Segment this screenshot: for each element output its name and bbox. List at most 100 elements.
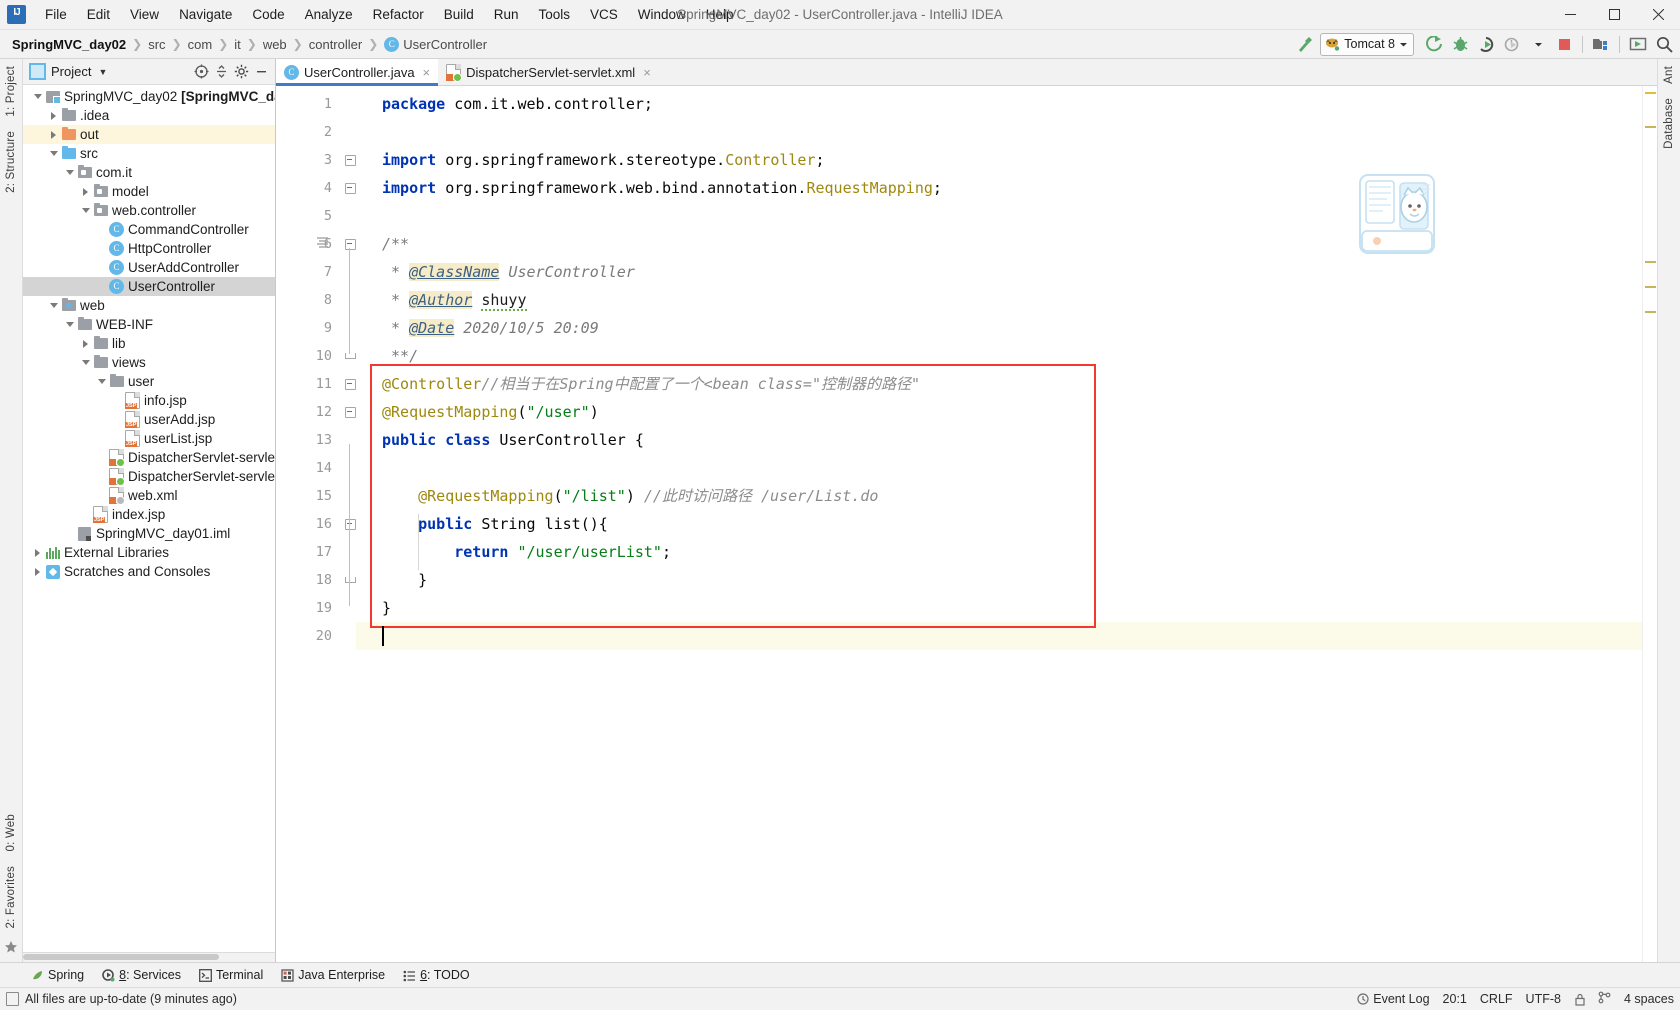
code-fold-collapse-icon[interactable] <box>345 239 356 250</box>
tree-node-idea[interactable]: .idea <box>23 106 275 125</box>
menu-run[interactable]: Run <box>484 4 529 25</box>
inspection-status-marker[interactable] <box>1645 92 1656 94</box>
tree-node-springmvc-day01-iml[interactable]: SpringMVC_day01.iml <box>23 524 275 543</box>
javadoc-gutter-icon[interactable] <box>316 236 329 252</box>
breadcrumb-item-class[interactable]: C UserController <box>380 35 491 54</box>
chevron-down-icon[interactable] <box>95 379 108 384</box>
editor-tab-usercontroller-java[interactable]: C UserController.java × <box>276 59 439 86</box>
code-line[interactable] <box>382 202 391 230</box>
chevron-right-icon[interactable] <box>31 548 44 557</box>
line-number[interactable]: 11 <box>276 370 332 398</box>
project-horizontal-scrollbar[interactable] <box>23 952 275 962</box>
rail-tab-favorites[interactable]: 2: Favorites <box>2 859 20 935</box>
project-tree[interactable]: SpringMVC_day02 [SpringMVC_day01] .idea ou… <box>23 85 275 952</box>
event-log-button[interactable]: Event Log <box>1357 992 1430 1006</box>
warning-marker[interactable] <box>1645 311 1656 313</box>
breadcrumb-item-project[interactable]: SpringMVC_day02 <box>8 35 130 54</box>
line-number[interactable]: 4 <box>276 174 332 202</box>
tree-node-springmvc-day02[interactable]: SpringMVC_day02 [SpringMVC_day01] <box>23 87 275 106</box>
tool-window-spring[interactable]: Spring <box>22 965 93 985</box>
code-line[interactable]: public class UserController { <box>382 426 644 454</box>
warning-marker[interactable] <box>1645 261 1656 263</box>
settings-gear-icon[interactable] <box>232 62 251 81</box>
tree-node-model[interactable]: model <box>23 182 275 201</box>
close-icon[interactable]: × <box>643 65 651 80</box>
menu-edit[interactable]: Edit <box>77 4 120 25</box>
code-line[interactable]: /** <box>382 230 409 258</box>
line-number[interactable]: 13 <box>276 426 332 454</box>
code-fold-collapse-icon[interactable] <box>345 519 356 530</box>
menu-help[interactable]: Help <box>696 4 744 25</box>
line-number[interactable]: 5 <box>276 202 332 230</box>
code-content[interactable]: package com.it.web.controller; import or… <box>356 86 1642 962</box>
code-fold-end-icon[interactable] <box>345 577 356 583</box>
code-editor[interactable]: 1234567891011121314151617181920 <box>276 86 1657 962</box>
rail-tab-project[interactable]: 1: Project <box>2 59 20 124</box>
breadcrumb-item-controller[interactable]: controller <box>305 35 366 54</box>
select-opened-file-icon[interactable] <box>192 62 211 81</box>
tool-window-java-enterprise[interactable]: Java Enterprise <box>272 965 394 985</box>
code-line[interactable]: import org.springframework.stereotype.Co… <box>382 146 825 174</box>
breadcrumb-item-src[interactable]: src <box>144 35 169 54</box>
rail-tab-structure[interactable]: 2: Structure <box>2 124 20 200</box>
chevron-down-icon[interactable] <box>63 170 76 175</box>
tree-node-index-jsp[interactable]: JSP index.jsp <box>23 505 275 524</box>
line-number[interactable]: 8 <box>276 286 332 314</box>
debug-icon[interactable] <box>1448 33 1472 55</box>
tree-node-useraddcontroller[interactable]: C UserAddController <box>23 258 275 277</box>
caret-position[interactable]: 20:1 <box>1443 992 1467 1006</box>
line-number[interactable]: 19 <box>276 594 332 622</box>
tree-node-dispatcherservlet-servlet1-xml[interactable]: DispatcherServlet-servlet1.xml <box>23 467 275 486</box>
tree-node-httpcontroller[interactable]: C HttpController <box>23 239 275 258</box>
menu-view[interactable]: View <box>120 4 169 25</box>
tree-node-out[interactable]: out <box>23 125 275 144</box>
code-line[interactable]: * @ClassName UserController <box>382 258 635 286</box>
breadcrumb-item-it[interactable]: it <box>230 35 245 54</box>
chevron-right-icon[interactable] <box>31 567 44 576</box>
hide-tool-window-icon[interactable] <box>252 62 271 81</box>
code-line[interactable]: } <box>382 566 427 594</box>
spring-bean-gutter-marker[interactable] <box>318 517 332 531</box>
code-fold-collapse-icon[interactable] <box>345 155 356 166</box>
profiler-dropdown-icon[interactable] <box>1526 33 1550 55</box>
code-line[interactable]: @Controller//相当于在Spring中配置了一个<bean class… <box>382 370 920 398</box>
code-line[interactable]: @RequestMapping("/user") <box>382 398 599 426</box>
tree-node-lib[interactable]: lib <box>23 334 275 353</box>
run-configuration-selector[interactable]: Tomcat 8 <box>1320 32 1414 56</box>
update-running-app-icon[interactable] <box>1626 33 1650 55</box>
menu-navigate[interactable]: Navigate <box>169 4 242 25</box>
code-fold-collapse-icon[interactable] <box>345 379 356 390</box>
line-number[interactable]: 12 <box>276 398 332 426</box>
line-number[interactable]: 9 <box>276 314 332 342</box>
line-number[interactable]: 17 <box>276 538 332 566</box>
tree-node-web[interactable]: web <box>23 296 275 315</box>
menu-file[interactable]: File <box>35 4 77 25</box>
close-icon[interactable]: × <box>423 65 431 80</box>
tree-node-user[interactable]: user <box>23 372 275 391</box>
chevron-down-icon[interactable] <box>47 303 60 308</box>
line-number[interactable]: 18 <box>276 566 332 594</box>
chevron-down-icon[interactable] <box>47 151 60 156</box>
chevron-right-icon[interactable] <box>47 111 60 120</box>
vcs-branch-icon[interactable] <box>1598 991 1611 1007</box>
code-line[interactable]: **/ <box>382 342 418 370</box>
code-line[interactable] <box>382 454 391 482</box>
code-line[interactable]: @RequestMapping("/list") //此时访问路径 /user/… <box>382 482 878 510</box>
menu-build[interactable]: Build <box>434 4 484 25</box>
code-line[interactable]: return "/user/userList"; <box>382 538 671 566</box>
menu-tools[interactable]: Tools <box>529 4 581 25</box>
menu-code[interactable]: Code <box>242 4 294 25</box>
rail-tab-web[interactable]: 0: Web <box>2 807 20 858</box>
maximize-button[interactable] <box>1592 0 1636 29</box>
read-only-lock-icon[interactable] <box>1574 993 1585 1006</box>
line-number[interactable]: 15 <box>276 482 332 510</box>
close-button[interactable] <box>1636 0 1680 29</box>
chevron-right-icon[interactable] <box>79 187 92 196</box>
chevron-down-icon[interactable] <box>63 322 76 327</box>
menu-analyze[interactable]: Analyze <box>295 4 363 25</box>
tree-node-userlist-jsp[interactable]: JSP userList.jsp <box>23 429 275 448</box>
rail-tab-ant[interactable]: Ant <box>1660 59 1678 91</box>
collapse-all-icon[interactable] <box>212 62 231 81</box>
tree-node-web-xml[interactable]: web.xml <box>23 486 275 505</box>
tree-node-useradd-jsp[interactable]: JSP userAdd.jsp <box>23 410 275 429</box>
